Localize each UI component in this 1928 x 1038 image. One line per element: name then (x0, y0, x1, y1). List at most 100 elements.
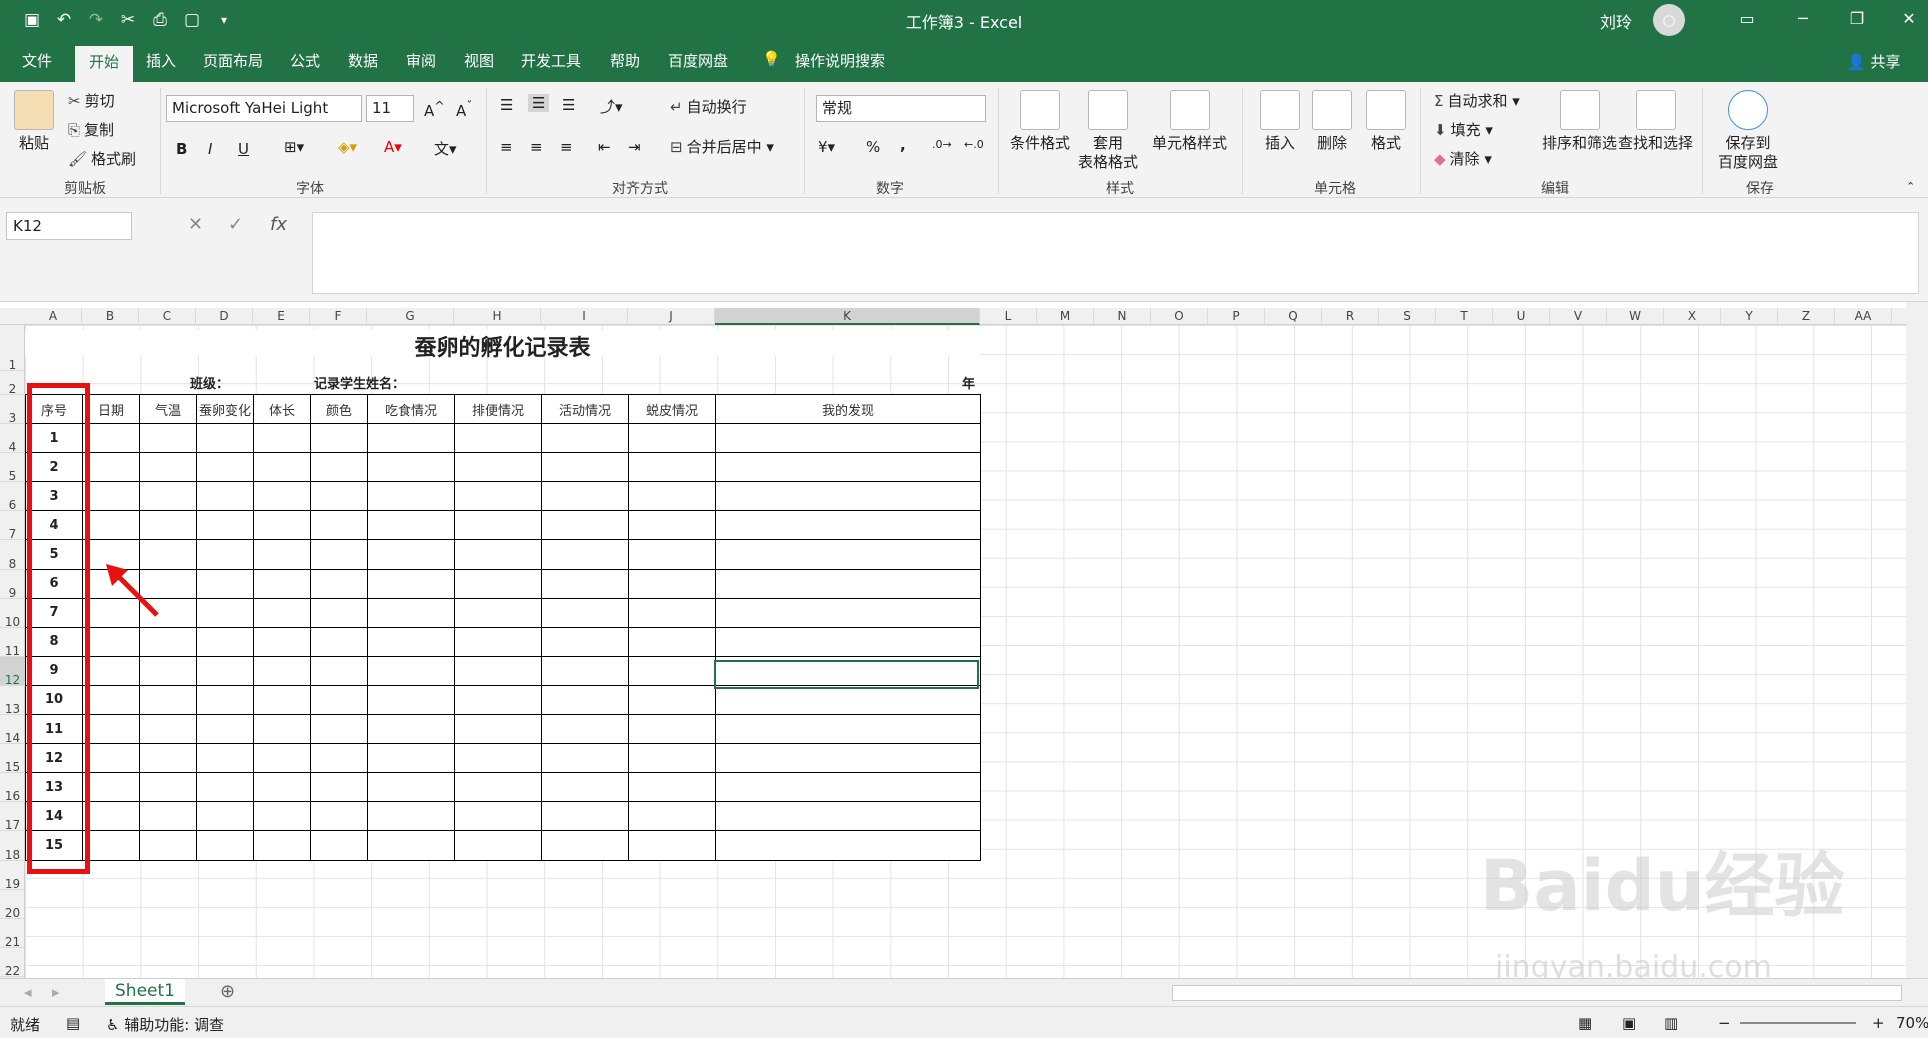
table-cell[interactable] (715, 830, 981, 861)
clear-button[interactable]: ◆ 清除 ▾ (1434, 148, 1492, 169)
table-cell[interactable] (454, 684, 542, 716)
table-cell[interactable] (82, 655, 140, 686)
table-cell[interactable] (715, 714, 981, 745)
table-cell[interactable] (541, 684, 629, 716)
table-cell[interactable] (139, 655, 197, 686)
table-cell[interactable] (628, 655, 716, 686)
table-cell[interactable] (367, 684, 455, 716)
table-cell[interactable] (253, 801, 311, 832)
table-cell[interactable] (196, 772, 254, 803)
row-header-10[interactable]: 10 (0, 599, 25, 629)
table-cell[interactable] (310, 684, 368, 716)
column-header-aa[interactable]: AA (1835, 308, 1892, 325)
column-header-i[interactable]: I (541, 308, 628, 325)
column-header-u[interactable]: U (1493, 308, 1550, 325)
table-cell[interactable] (196, 626, 254, 657)
row-header-9[interactable]: 9 (0, 570, 25, 600)
table-cell[interactable] (253, 510, 311, 541)
table-cell[interactable] (541, 539, 629, 570)
table-cell[interactable] (82, 772, 140, 803)
table-cell[interactable] (367, 772, 455, 803)
table-cell[interactable] (196, 597, 254, 628)
borders-icon[interactable]: ⊞▾ (284, 138, 304, 156)
column-header-n[interactable]: N (1094, 308, 1151, 325)
table-cell[interactable] (628, 539, 716, 570)
align-right-icon[interactable]: ≡ (560, 138, 573, 156)
table-cell[interactable] (196, 801, 254, 832)
table-cell[interactable] (454, 568, 542, 599)
new-sheet-icon[interactable]: ⊕ (220, 981, 235, 1002)
save-to-baidu-button[interactable]: 保存到 百度网盘 (1718, 90, 1778, 172)
table-cell[interactable] (139, 510, 197, 541)
table-cell[interactable] (139, 801, 197, 832)
table-cell[interactable] (253, 597, 311, 628)
vertical-scrollbar[interactable] (1906, 302, 1928, 978)
table-cell[interactable] (628, 597, 716, 628)
table-cell[interactable] (454, 423, 542, 454)
increase-indent-icon[interactable]: ⇥ (628, 138, 641, 156)
table-cell[interactable] (367, 423, 455, 454)
table-cell[interactable] (82, 510, 140, 541)
prev-sheet-icon[interactable]: ◂ (24, 983, 32, 1001)
row-header-14[interactable]: 14 (0, 715, 25, 745)
table-cell[interactable] (310, 568, 368, 599)
number-format-select[interactable]: 常规 (816, 95, 986, 122)
table-cell[interactable] (253, 626, 311, 657)
name-box[interactable]: K12 (6, 212, 132, 240)
accessibility-status[interactable]: ♿ 辅助功能: 调查 (106, 1014, 224, 1035)
font-size-select[interactable]: 11 (366, 95, 414, 122)
next-sheet-icon[interactable]: ▸ (52, 983, 60, 1001)
table-cell[interactable] (367, 830, 455, 861)
column-header-g[interactable]: G (367, 308, 454, 325)
paste-button[interactable]: 粘贴 (14, 90, 54, 153)
column-header-p[interactable]: P (1208, 308, 1265, 325)
column-header-e[interactable]: E (253, 308, 310, 325)
column-header-r[interactable]: R (1322, 308, 1379, 325)
table-cell[interactable] (139, 684, 197, 716)
table-cell[interactable] (253, 452, 311, 483)
table-cell[interactable] (367, 539, 455, 570)
currency-icon[interactable]: ¥▾ (818, 138, 835, 156)
table-cell[interactable] (196, 743, 254, 774)
table-cell[interactable] (139, 714, 197, 745)
table-cell[interactable] (310, 597, 368, 628)
table-header-cell[interactable]: 体长 (253, 393, 311, 425)
ribbon-display-options-icon[interactable]: ▭ (1728, 4, 1766, 34)
table-cell[interactable] (196, 481, 254, 512)
decrease-font-icon[interactable]: Aˇ (456, 98, 473, 120)
table-cell[interactable] (454, 655, 542, 686)
table-header-cell[interactable]: 蜕皮情况 (628, 393, 716, 425)
table-cell[interactable] (541, 801, 629, 832)
table-cell[interactable] (82, 743, 140, 774)
table-cell[interactable] (196, 510, 254, 541)
table-cell[interactable] (628, 743, 716, 774)
row-header-17[interactable]: 17 (0, 802, 25, 832)
table-cell[interactable] (367, 655, 455, 686)
tab-review[interactable]: 审阅 (406, 50, 436, 71)
conditional-formatting-button[interactable]: 条件格式 (1010, 90, 1070, 153)
table-cell[interactable] (82, 830, 140, 861)
tab-data[interactable]: 数据 (348, 50, 378, 71)
tab-file[interactable]: 文件 (22, 50, 52, 71)
tab-formulas[interactable]: 公式 (290, 50, 320, 71)
table-cell[interactable] (82, 801, 140, 832)
table-cell[interactable] (253, 481, 311, 512)
table-cell[interactable] (628, 801, 716, 832)
macro-record-icon[interactable]: ▤ (66, 1014, 80, 1032)
table-cell[interactable] (715, 510, 981, 541)
table-cell[interactable] (454, 539, 542, 570)
increase-font-icon[interactable]: A^ (424, 98, 445, 120)
table-cell[interactable] (628, 510, 716, 541)
column-header-j[interactable]: J (628, 308, 715, 325)
column-header-m[interactable]: M (1037, 308, 1094, 325)
table-cell[interactable] (715, 772, 981, 803)
column-header-k[interactable]: K (715, 308, 980, 325)
row-header-19[interactable]: 19 (0, 861, 25, 891)
autosum-button[interactable]: Σ 自动求和 ▾ (1434, 90, 1520, 111)
increase-decimal-icon[interactable]: .0→ (932, 138, 952, 151)
tell-me-search[interactable]: 操作说明搜索 (795, 50, 885, 71)
horizontal-scrollbar[interactable] (1172, 985, 1902, 1001)
column-header-o[interactable]: O (1151, 308, 1208, 325)
table-cell[interactable] (367, 452, 455, 483)
table-cell[interactable] (310, 423, 368, 454)
